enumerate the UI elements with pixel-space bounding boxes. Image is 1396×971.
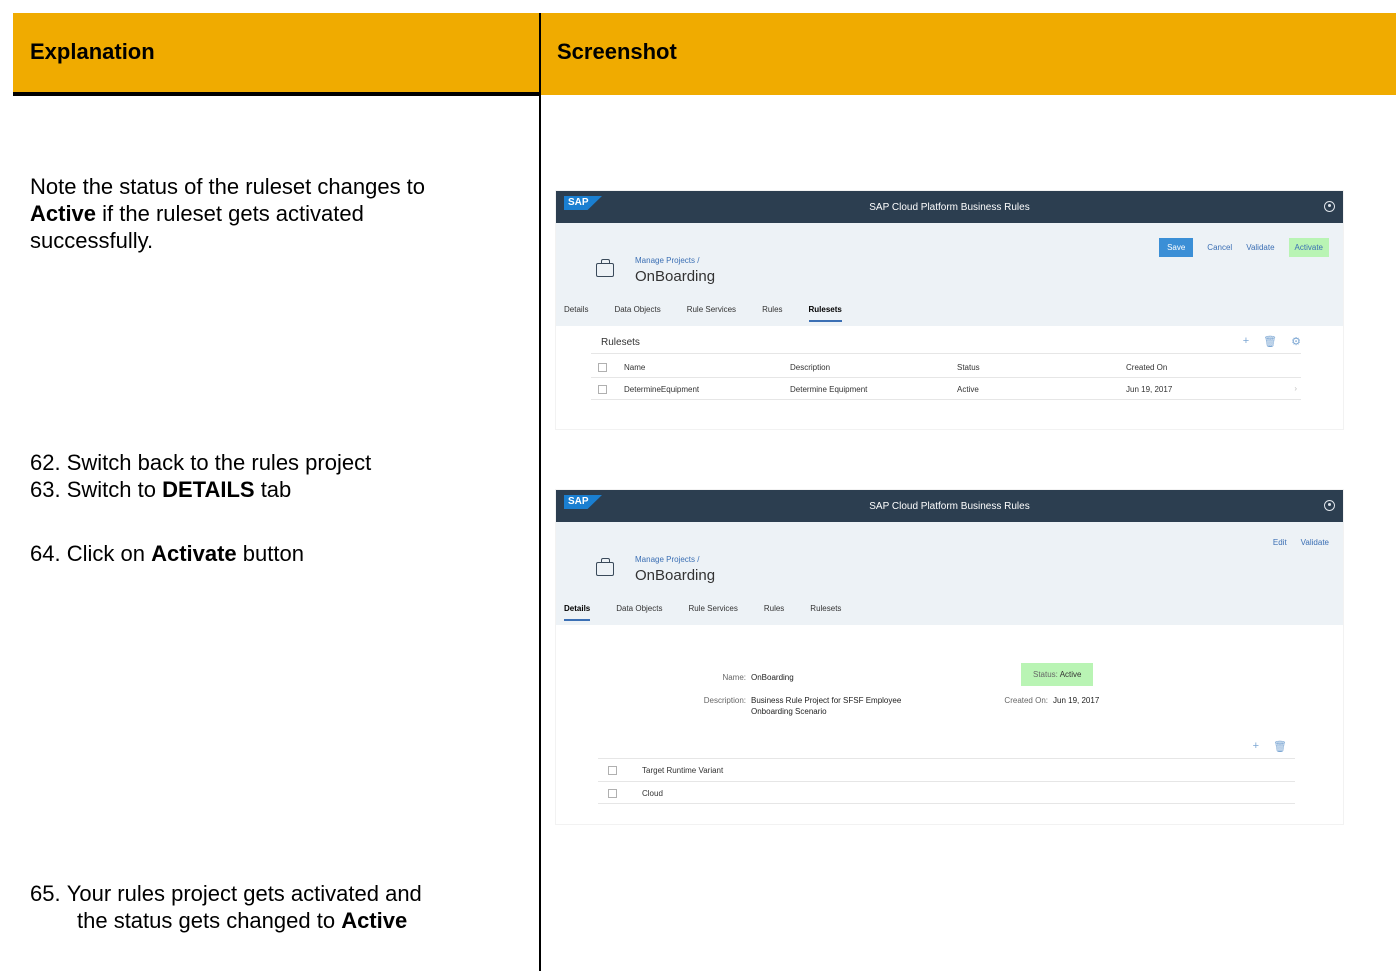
grid-line <box>591 377 1301 378</box>
grid-line <box>598 758 1295 759</box>
column-header-status: Status <box>957 363 980 372</box>
tab-rule-services[interactable]: Rule Services <box>688 604 737 621</box>
screenshot-rulesets: SAP SAP Cloud Platform Business Rules Ma… <box>555 190 1344 430</box>
runtime-toolbar: + 🗑 <box>1253 740 1287 753</box>
grid-line <box>598 803 1295 804</box>
object-header: Manage Projects / OnBoarding Save Cancel… <box>556 223 1343 326</box>
shell-bar: SAP SAP Cloud Platform Business Rules <box>556 191 1343 223</box>
row-description: Determine Equipment <box>790 385 868 394</box>
tab-bar: Details Data Objects Rule Services Rules… <box>564 604 841 621</box>
column-header-name: Name <box>624 363 646 372</box>
rulesets-toolbar: + 🗑 ⚙ <box>1243 335 1301 348</box>
description-label: Description: <box>703 696 746 705</box>
breadcrumb[interactable]: Manage Projects / <box>635 256 699 265</box>
grid-line <box>591 353 1301 354</box>
row-runtime-variant: Cloud <box>642 789 663 798</box>
project-title: OnBoarding <box>635 268 716 285</box>
tab-rules[interactable]: Rules <box>762 305 782 322</box>
note-bold: Active <box>30 201 97 226</box>
tab-details[interactable]: Details <box>564 604 591 621</box>
note-text-2: if the ruleset gets activated <box>96 201 364 226</box>
add-icon[interactable]: + <box>1243 335 1249 348</box>
name-value: OnBoarding <box>751 673 794 682</box>
delete-icon[interactable]: 🗑 <box>1273 740 1287 753</box>
delete-icon[interactable]: 🗑 <box>1263 335 1277 348</box>
shell-bar: SAP SAP Cloud Platform Business Rules <box>556 490 1343 522</box>
tab-bar: Details Data Objects Rule Services Rules… <box>564 305 842 322</box>
table-header <box>13 13 1396 95</box>
column-header-created-on: Created On <box>1126 363 1168 372</box>
step-62: 62. Switch back to the rules project <box>30 450 372 475</box>
shell-title: SAP Cloud Platform Business Rules <box>869 202 1030 213</box>
column-header-description: Description <box>790 363 831 372</box>
tab-data-objects[interactable]: Data Objects <box>616 604 662 621</box>
project-title: OnBoarding <box>635 567 716 584</box>
column-divider <box>539 13 541 971</box>
user-icon[interactable] <box>1324 201 1335 212</box>
select-all-checkbox[interactable] <box>598 363 607 372</box>
name-label: Name: <box>722 673 746 682</box>
briefcase-icon <box>596 558 614 576</box>
tab-data-objects[interactable]: Data Objects <box>614 305 660 322</box>
status-badge: Status: Active <box>1021 663 1094 686</box>
note-text: Note the status of the ruleset changes t… <box>30 174 426 199</box>
description-value: Business Rule Project for SFSF Employee … <box>751 696 902 716</box>
rulesets-title: Rulesets <box>601 337 640 348</box>
validate-button[interactable]: Validate <box>1246 239 1274 256</box>
grid-line <box>598 781 1295 782</box>
tab-rule-services[interactable]: Rule Services <box>687 305 736 322</box>
step-65: 65. Your rules project gets activated an… <box>30 881 422 933</box>
tab-rulesets[interactable]: Rulesets <box>808 305 842 322</box>
row-checkbox[interactable] <box>598 385 607 394</box>
validate-button[interactable]: Validate <box>1301 534 1329 551</box>
header-actions: Save Cancel Validate Activate <box>1159 238 1329 257</box>
settings-icon[interactable]: ⚙ <box>1291 335 1301 348</box>
step-63: 63. Switch to DETAILS tab <box>30 477 292 502</box>
header-underline <box>13 92 541 96</box>
column-header-target-runtime-variant: Target Runtime Variant <box>642 766 724 775</box>
row-name[interactable]: DetermineEquipment <box>624 385 699 394</box>
object-header: Manage Projects / OnBoarding Edit Valida… <box>556 522 1343 625</box>
shell-title: SAP Cloud Platform Business Rules <box>869 501 1030 512</box>
add-icon[interactable]: + <box>1253 740 1259 753</box>
tab-rulesets[interactable]: Rulesets <box>810 604 841 621</box>
header-explanation: Explanation <box>30 39 155 64</box>
edit-button[interactable]: Edit <box>1273 534 1287 551</box>
header-screenshot: Screenshot <box>557 39 677 64</box>
created-on-label: Created On: <box>1004 696 1048 705</box>
breadcrumb[interactable]: Manage Projects / <box>635 555 699 564</box>
activate-button[interactable]: Activate <box>1288 238 1329 257</box>
note-text-3: successfully. <box>30 228 154 253</box>
user-icon[interactable] <box>1324 500 1335 511</box>
grid-line <box>591 399 1301 400</box>
select-all-checkbox[interactable] <box>608 766 617 775</box>
tab-details[interactable]: Details <box>564 305 588 322</box>
tab-rules[interactable]: Rules <box>764 604 784 621</box>
chevron-right-icon[interactable]: › <box>1294 384 1297 393</box>
screenshot-details: SAP SAP Cloud Platform Business Rules Ma… <box>555 489 1344 825</box>
row-created-on: Jun 19, 2017 <box>1126 385 1173 394</box>
header-actions: Edit Validate <box>1273 534 1329 551</box>
row-status: Active <box>957 385 979 394</box>
save-button[interactable]: Save <box>1159 238 1194 257</box>
row-checkbox[interactable] <box>608 789 617 798</box>
cancel-button[interactable]: Cancel <box>1207 239 1232 256</box>
briefcase-icon <box>596 259 614 277</box>
created-on-value: Jun 19, 2017 <box>1053 696 1100 705</box>
note-paragraph: Note the status of the ruleset changes t… <box>30 173 425 254</box>
step-64: 64. Click on Activate button <box>30 541 304 566</box>
